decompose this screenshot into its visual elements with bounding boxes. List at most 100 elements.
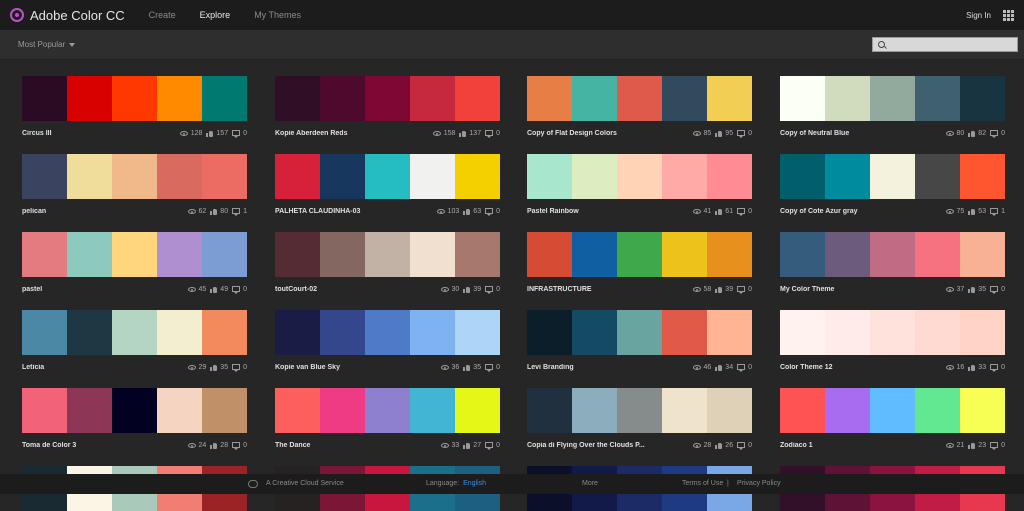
search-input[interactable] xyxy=(889,38,1009,51)
color-swatch[interactable] xyxy=(320,388,365,433)
theme-name[interactable]: Kopie van Blue Sky xyxy=(275,364,437,371)
color-swatch[interactable] xyxy=(662,388,707,433)
color-swatch[interactable] xyxy=(112,310,157,355)
color-swatch[interactable] xyxy=(662,76,707,121)
theme-swatches[interactable] xyxy=(275,154,500,199)
comments-stat[interactable]: 0 xyxy=(737,208,752,216)
theme-swatches[interactable] xyxy=(275,76,500,121)
privacy-link[interactable]: Privacy Policy xyxy=(737,480,781,487)
likes-stat[interactable]: 49 xyxy=(210,286,228,293)
theme-swatches[interactable] xyxy=(275,310,500,355)
views-stat[interactable]: 29 xyxy=(187,364,206,371)
comments-stat[interactable]: 0 xyxy=(737,130,752,138)
comments-stat[interactable]: 0 xyxy=(232,442,247,450)
color-swatch[interactable] xyxy=(67,76,112,121)
color-swatch[interactable] xyxy=(202,232,247,277)
comments-stat[interactable]: 0 xyxy=(485,442,500,450)
theme-card[interactable]: Leticia 29 35 0 xyxy=(22,310,247,374)
theme-card[interactable]: Copia di Flying Over the Clouds P... 28 26… xyxy=(527,388,752,452)
color-swatch[interactable] xyxy=(410,76,455,121)
theme-card[interactable]: toutCourt-02 30 39 0 xyxy=(275,232,500,296)
color-swatch[interactable] xyxy=(320,154,365,199)
color-swatch[interactable] xyxy=(915,232,960,277)
views-stat[interactable]: 85 xyxy=(692,130,711,137)
color-swatch[interactable] xyxy=(662,154,707,199)
theme-swatches[interactable] xyxy=(22,310,247,355)
color-swatch[interactable] xyxy=(825,232,870,277)
theme-name[interactable]: Copy of Cote Azur gray xyxy=(780,208,942,215)
color-swatch[interactable] xyxy=(960,76,1005,121)
color-swatch[interactable] xyxy=(527,154,572,199)
color-swatch[interactable] xyxy=(67,232,112,277)
color-swatch[interactable] xyxy=(410,388,455,433)
color-swatch[interactable] xyxy=(825,388,870,433)
color-swatch[interactable] xyxy=(365,154,410,199)
color-swatch[interactable] xyxy=(572,76,617,121)
comments-stat[interactable]: 0 xyxy=(990,364,1005,372)
likes-stat[interactable]: 61 xyxy=(715,208,733,215)
likes-stat[interactable]: 23 xyxy=(968,442,986,449)
views-stat[interactable]: 46 xyxy=(692,364,711,371)
color-swatch[interactable] xyxy=(617,154,662,199)
theme-swatches[interactable] xyxy=(527,154,752,199)
color-swatch[interactable] xyxy=(112,154,157,199)
theme-swatches[interactable] xyxy=(780,388,1005,433)
sign-in-link[interactable]: Sign In xyxy=(966,11,991,20)
theme-name[interactable]: Leticia xyxy=(22,364,184,371)
theme-name[interactable]: toutCourt-02 xyxy=(275,286,437,293)
theme-swatches[interactable] xyxy=(780,310,1005,355)
color-swatch[interactable] xyxy=(707,310,752,355)
color-swatch[interactable] xyxy=(157,232,202,277)
color-swatch[interactable] xyxy=(617,388,662,433)
sort-dropdown[interactable]: Most Popular xyxy=(18,40,76,49)
footer-service[interactable]: A Creative Cloud Service xyxy=(266,480,344,487)
theme-name[interactable]: Copia di Flying Over the Clouds P... xyxy=(527,442,689,449)
color-swatch[interactable] xyxy=(617,232,662,277)
views-stat[interactable]: 75 xyxy=(945,208,964,215)
likes-stat[interactable]: 39 xyxy=(715,286,733,293)
color-swatch[interactable] xyxy=(22,388,67,433)
views-stat[interactable]: 103 xyxy=(436,208,459,215)
color-swatch[interactable] xyxy=(202,154,247,199)
likes-stat[interactable]: 80 xyxy=(210,208,228,215)
color-swatch[interactable] xyxy=(320,310,365,355)
color-swatch[interactable] xyxy=(22,76,67,121)
views-stat[interactable]: 45 xyxy=(187,286,206,293)
views-stat[interactable]: 41 xyxy=(692,208,711,215)
views-stat[interactable]: 24 xyxy=(187,442,206,449)
theme-name[interactable]: Levi Branding xyxy=(527,364,689,371)
color-swatch[interactable] xyxy=(780,232,825,277)
color-swatch[interactable] xyxy=(365,232,410,277)
theme-swatches[interactable] xyxy=(22,232,247,277)
color-swatch[interactable] xyxy=(410,232,455,277)
comments-stat[interactable]: 0 xyxy=(737,364,752,372)
color-swatch[interactable] xyxy=(365,388,410,433)
color-swatch[interactable] xyxy=(915,154,960,199)
theme-swatches[interactable] xyxy=(275,232,500,277)
theme-swatches[interactable] xyxy=(527,388,752,433)
color-swatch[interactable] xyxy=(22,232,67,277)
theme-name[interactable]: PALHETA CLAUDINHA-03 xyxy=(275,208,433,215)
theme-swatches[interactable] xyxy=(22,76,247,121)
comments-stat[interactable]: 0 xyxy=(232,364,247,372)
theme-name[interactable]: Toma de Color 3 xyxy=(22,442,184,449)
color-swatch[interactable] xyxy=(780,76,825,121)
color-swatch[interactable] xyxy=(67,388,112,433)
color-swatch[interactable] xyxy=(662,232,707,277)
likes-stat[interactable]: 35 xyxy=(463,364,481,371)
color-swatch[interactable] xyxy=(410,154,455,199)
views-stat[interactable]: 80 xyxy=(945,130,964,137)
color-swatch[interactable] xyxy=(410,310,455,355)
color-swatch[interactable] xyxy=(960,388,1005,433)
theme-card[interactable]: Color Theme 12 16 33 0 xyxy=(780,310,1005,374)
comments-stat[interactable]: 0 xyxy=(990,286,1005,294)
comments-stat[interactable]: 0 xyxy=(990,130,1005,138)
color-swatch[interactable] xyxy=(870,232,915,277)
theme-card[interactable]: pastel 45 49 0 xyxy=(22,232,247,296)
theme-swatches[interactable] xyxy=(527,310,752,355)
likes-stat[interactable]: 35 xyxy=(210,364,228,371)
color-swatch[interactable] xyxy=(275,154,320,199)
theme-name[interactable]: INFRASTRUCTURE xyxy=(527,286,689,293)
color-swatch[interactable] xyxy=(67,154,112,199)
color-swatch[interactable] xyxy=(157,154,202,199)
